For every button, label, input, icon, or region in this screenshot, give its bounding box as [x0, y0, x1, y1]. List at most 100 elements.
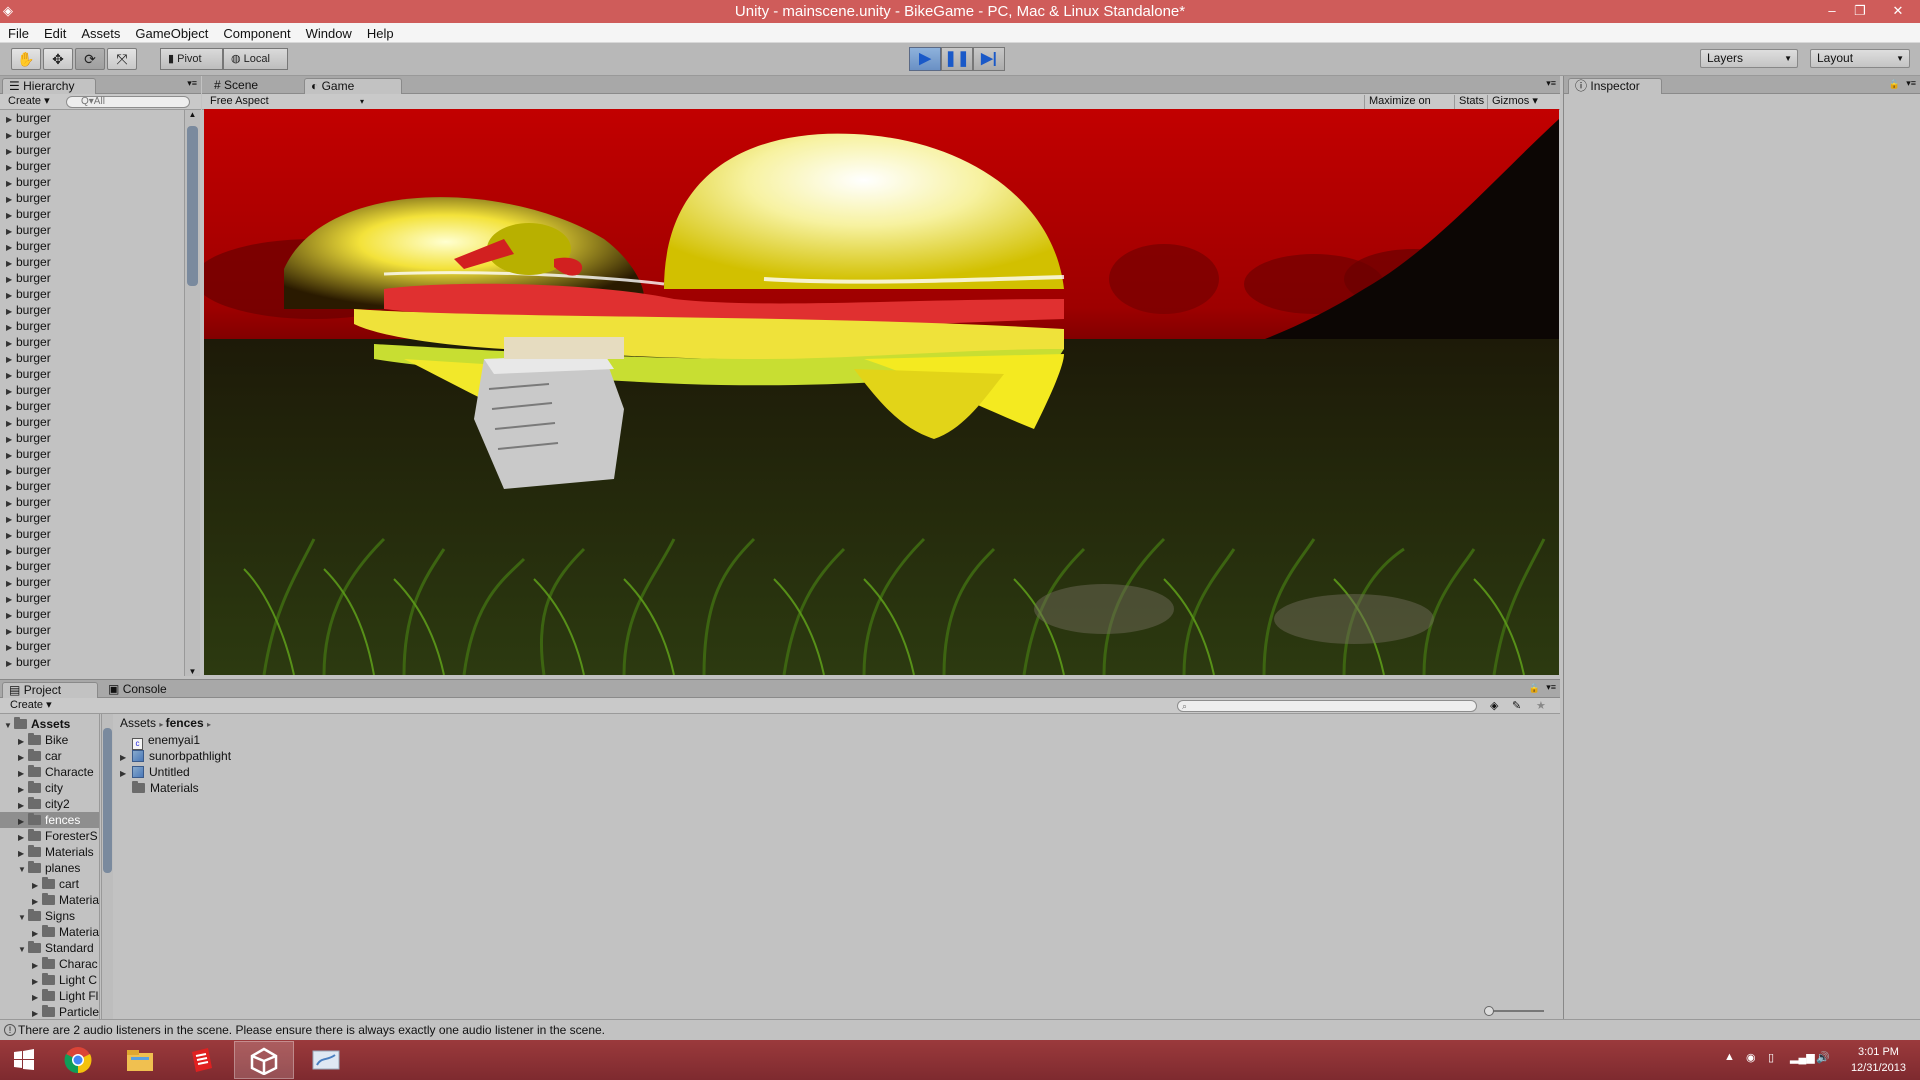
hierarchy-search-input[interactable]: Q▾All [66, 96, 190, 108]
expand-triangle-icon[interactable]: ▶ [32, 1006, 42, 1020]
project-tree-item[interactable]: ▶ fences [0, 812, 99, 828]
hierarchy-item[interactable]: ▶ burger [0, 110, 184, 126]
gizmos-dropdown[interactable]: Gizmos ▾ [1487, 95, 1543, 109]
hierarchy-item[interactable]: ▶ burger [0, 158, 184, 174]
scroll-thumb[interactable] [103, 728, 112, 873]
hierarchy-item[interactable]: ▶ burger [0, 430, 184, 446]
project-tree-item[interactable]: ▶ Materia [0, 924, 99, 940]
filter-by-label-icon[interactable]: ✎ [1512, 699, 1521, 712]
tab-hierarchy[interactable]: ☰ Hierarchy [2, 78, 96, 94]
project-tree-item[interactable]: ▶ Particle [0, 1004, 99, 1020]
scroll-up-icon[interactable]: ▲ [185, 110, 200, 119]
project-tree-item[interactable]: ▶ Characte [0, 764, 99, 780]
hierarchy-item[interactable]: ▶ burger [0, 174, 184, 190]
project-tree-item[interactable]: ▶ cart [0, 876, 99, 892]
hierarchy-item[interactable]: ▶ burger [0, 510, 184, 526]
hierarchy-item[interactable]: ▶ burger [0, 254, 184, 270]
windows-start-icon[interactable] [0, 1041, 48, 1079]
create-button[interactable]: Create ▾ [6, 699, 58, 713]
project-tree-item[interactable]: ▼ Assets [0, 716, 99, 732]
hierarchy-item[interactable]: ▶ burger [0, 222, 184, 238]
chrome-icon[interactable] [48, 1041, 108, 1079]
tree-scrollbar[interactable] [101, 714, 113, 1020]
menu-window[interactable]: Window [298, 23, 359, 43]
battery-tray-icon[interactable]: ▯ [1768, 1051, 1774, 1064]
tab-inspector[interactable]: ⓘ Inspector [1568, 78, 1662, 94]
scroll-thumb[interactable] [187, 126, 198, 286]
filter-by-type-icon[interactable]: ◈ [1490, 699, 1498, 712]
project-file-item[interactable]: ▶ Untitled [120, 764, 190, 780]
menu-help[interactable]: Help [359, 23, 401, 43]
menu-component[interactable]: Component [215, 23, 297, 43]
scale-tool-icon[interactable]: ⤧ [107, 48, 137, 70]
hierarchy-item[interactable]: ▶ burger [0, 270, 184, 286]
minimize-icon[interactable]: – [1818, 1, 1846, 21]
network-tray-icon[interactable]: ◉ [1746, 1051, 1756, 1064]
hierarchy-item[interactable]: ▶ burger [0, 542, 184, 558]
hierarchy-item[interactable]: ▶ burger [0, 142, 184, 158]
hierarchy-item[interactable]: ▶ burger [0, 238, 184, 254]
menu-assets[interactable]: Assets [73, 23, 127, 43]
favorite-star-icon[interactable]: ★ [1536, 699, 1546, 712]
project-tree-item[interactable]: ▶ city2 [0, 796, 99, 812]
hierarchy-item[interactable]: ▶ burger [0, 366, 184, 382]
hierarchy-item[interactable]: ▶ burger [0, 190, 184, 206]
scroll-down-icon[interactable]: ▼ [185, 667, 200, 676]
status-bar[interactable]: ! There are 2 audio listeners in the sce… [0, 1019, 1920, 1040]
hierarchy-item[interactable]: ▶ burger [0, 526, 184, 542]
menu-file[interactable]: File [0, 23, 36, 43]
project-tree-item[interactable]: ▶ ForesterS [0, 828, 99, 844]
stats-toggle[interactable]: Stats [1454, 95, 1487, 109]
panel-menu-icon[interactable]: ▾≡ [187, 78, 197, 89]
layout-dropdown[interactable]: Layout ▼ [1810, 49, 1910, 68]
hierarchy-item[interactable]: ▶ burger [0, 494, 184, 510]
project-file-item[interactable]: c enemyai1 [120, 732, 200, 750]
pivot-toggle[interactable]: ▮ Pivot [160, 48, 223, 70]
aspect-dropdown[interactable]: Free Aspect ▾ [206, 95, 366, 109]
hierarchy-item[interactable]: ▶ burger [0, 654, 184, 670]
hierarchy-item[interactable]: ▶ burger [0, 302, 184, 318]
restore-icon[interactable]: ❐ [1846, 1, 1874, 21]
panel-menu-icon[interactable]: ▾≡ [1546, 78, 1556, 89]
step-button[interactable]: ▶| [973, 47, 1005, 71]
signal-tray-icon[interactable]: ▂▄▆ [1790, 1051, 1815, 1064]
paint-icon[interactable] [296, 1041, 356, 1079]
project-tree-item[interactable]: ▶ Materials [0, 844, 99, 860]
hierarchy-item[interactable]: ▶ burger [0, 126, 184, 142]
tray-expand-icon[interactable]: ▲ [1724, 1051, 1735, 1063]
maximize-on-play-toggle[interactable]: Maximize on Play [1364, 95, 1454, 120]
breadcrumb-assets[interactable]: Assets [120, 716, 156, 730]
hierarchy-item[interactable]: ▶ burger [0, 382, 184, 398]
project-tree-item[interactable]: ▶ Charac [0, 956, 99, 972]
tab-scene[interactable]: # Scene [208, 78, 298, 94]
layers-dropdown[interactable]: Layers ▼ [1700, 49, 1798, 68]
project-tree-item[interactable]: ▼ planes [0, 860, 99, 876]
tab-project[interactable]: ▤ Project [2, 682, 98, 698]
project-tree-item[interactable]: ▶ Materia [0, 892, 99, 908]
create-button[interactable]: Create ▾ [4, 95, 56, 109]
pause-button[interactable]: ❚❚ [941, 47, 973, 71]
project-file-item[interactable]: Materials [120, 780, 199, 796]
lock-icon[interactable]: 🔒 [1529, 683, 1540, 694]
tab-game[interactable]: ◐ Game [304, 78, 402, 94]
tab-console[interactable]: ▣ Console [102, 682, 182, 698]
hierarchy-scrollbar[interactable]: ▲ ▼ [184, 110, 200, 676]
play-button[interactable]: ▶ [909, 47, 941, 71]
hierarchy-item[interactable]: ▶ burger [0, 590, 184, 606]
hierarchy-item[interactable]: ▶ burger [0, 574, 184, 590]
system-clock[interactable]: 3:01 PM 12/31/2013 [1851, 1044, 1906, 1076]
slider-handle[interactable] [1484, 1006, 1494, 1016]
project-tree-item[interactable]: ▼ Standard [0, 940, 99, 956]
lock-icon[interactable]: 🔒 [1889, 79, 1900, 90]
icon-size-slider[interactable] [1484, 1006, 1544, 1016]
project-tree-item[interactable]: ▶ Bike [0, 732, 99, 748]
project-tree-item[interactable]: ▼ Signs [0, 908, 99, 924]
hierarchy-item[interactable]: ▶ burger [0, 414, 184, 430]
project-tree-item[interactable]: ▶ Light Fl [0, 988, 99, 1004]
breadcrumb-fences[interactable]: fences [166, 716, 204, 730]
hierarchy-item[interactable]: ▶ burger [0, 558, 184, 574]
hierarchy-item[interactable]: ▶ burger [0, 206, 184, 222]
hierarchy-item[interactable]: ▶ burger [0, 638, 184, 654]
panel-menu-icon[interactable]: ▾≡ [1906, 78, 1916, 89]
hierarchy-item[interactable]: ▶ burger [0, 398, 184, 414]
